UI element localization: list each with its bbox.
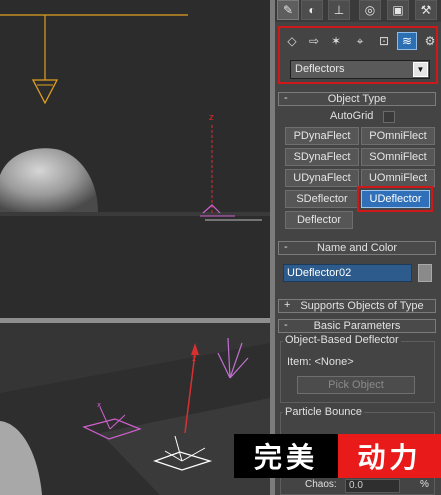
watermark-logo-left: 完美 — [234, 434, 338, 478]
object-name-input[interactable]: UDeflector02 — [283, 264, 412, 282]
axis-z-label: z — [209, 113, 214, 123]
command-panel: ✎ ◐ ⊥ ◎ ▣ ⚒ ◇ ⇨ ✶ ⌖ ⊡ ≋ ⚙ Deflectors ▼ -… — [275, 0, 441, 495]
hierarchy-tab[interactable]: ⊥ — [328, 0, 350, 20]
object-type-title: Object Type — [327, 93, 387, 105]
chaos-spinner[interactable]: 0.0 — [345, 479, 400, 493]
chaos-label: Chaos: — [305, 479, 337, 490]
space-warps-button[interactable]: ≋ — [397, 32, 417, 50]
shapes-icon: ⇨ — [308, 34, 320, 48]
modify-tab[interactable]: ◐ — [301, 0, 323, 20]
create-category-toolbox: ◇ ⇨ ✶ ⌖ ⊡ ≋ ⚙ Deflectors ▼ — [278, 26, 438, 84]
create-icon: ✎ — [282, 3, 294, 17]
pick-object-button[interactable]: Pick Object — [297, 376, 415, 394]
pdynaflect-button[interactable]: PDynaFlect — [285, 127, 359, 145]
udeflector-button[interactable]: UDeflector — [361, 190, 430, 208]
helpers-button[interactable]: ⊡ — [374, 32, 394, 50]
chevron-down-icon[interactable]: ▼ — [413, 62, 428, 77]
systems-button[interactable]: ⚙ — [420, 32, 440, 50]
sphere-object — [0, 148, 98, 212]
motion-tab[interactable]: ◎ — [359, 0, 381, 20]
viewport-perspective-scene: z x — [0, 337, 270, 495]
axis-z-label-bottom: z — [192, 354, 196, 363]
autogrid-checkbox[interactable] — [383, 111, 395, 123]
uomniflect-button[interactable]: UOmniFlect — [361, 169, 435, 187]
viewport-perspective[interactable]: z x — [0, 323, 270, 495]
shapes-button[interactable]: ⇨ — [304, 32, 324, 50]
sdynaflect-button[interactable]: SDynaFlect — [285, 148, 359, 166]
somniflect-button[interactable]: SOmniFlect — [361, 148, 435, 166]
item-label: Item: <None> — [287, 356, 354, 368]
pomniflect-button[interactable]: POmniFlect — [361, 127, 435, 145]
watermark-logo-right: 动力 — [338, 434, 441, 478]
modify-icon: ◐ — [308, 3, 316, 17]
motion-icon: ◎ — [364, 3, 376, 17]
utilities-icon: ⚒ — [420, 3, 432, 17]
chaos-unit: % — [420, 479, 429, 490]
space-warps-icon: ≋ — [401, 34, 413, 48]
display-icon: ▣ — [392, 3, 404, 17]
display-tab[interactable]: ▣ — [387, 0, 409, 20]
basic-parameters-title: Basic Parameters — [313, 320, 401, 332]
object-based-deflector-title: Object-Based Deflector — [283, 334, 401, 346]
axis-x-label: x — [97, 401, 101, 409]
autogrid-label: AutoGrid — [330, 110, 374, 122]
object-type-rollout-header[interactable]: - Object Type — [278, 92, 436, 106]
object-color-swatch[interactable] — [418, 264, 432, 282]
lights-button[interactable]: ✶ — [326, 32, 346, 50]
orange-arrow-head — [31, 79, 59, 105]
basic-parameters-rollout-header[interactable]: - Basic Parameters — [278, 319, 436, 333]
geometry-icon: ◇ — [287, 34, 297, 48]
chaos-value: 0.0 — [349, 480, 363, 491]
lights-icon: ✶ — [330, 34, 342, 48]
deflector-button[interactable]: Deflector — [285, 211, 353, 229]
category-dropdown-value: Deflectors — [295, 63, 345, 75]
udynaflect-button[interactable]: UDynaFlect — [285, 169, 359, 187]
cameras-button[interactable]: ⌖ — [350, 32, 370, 50]
create-tab[interactable]: ✎ — [277, 0, 299, 20]
supports-objects-rollout-header[interactable]: + Supports Objects of Type — [278, 299, 436, 313]
particle-bounce-title: Particle Bounce — [283, 406, 365, 418]
viewport-top[interactable]: z — [0, 0, 270, 318]
geometry-button[interactable]: ◇ — [282, 32, 302, 50]
name-and-color-title: Name and Color — [316, 242, 398, 254]
viewport-top-scene: z — [0, 14, 270, 221]
helpers-icon: ⊡ — [378, 34, 390, 48]
cameras-icon: ⌖ — [356, 33, 364, 48]
systems-icon: ⚙ — [424, 34, 436, 48]
category-dropdown[interactable]: Deflectors ▼ — [290, 60, 430, 79]
command-panel-tabs: ✎ ◐ ⊥ ◎ ▣ ⚒ — [275, 0, 441, 22]
name-and-color-rollout-header[interactable]: - Name and Color — [278, 241, 436, 255]
hierarchy-icon: ⊥ — [333, 3, 345, 17]
supports-objects-title: Supports Objects of Type — [300, 300, 424, 312]
utilities-tab[interactable]: ⚒ — [415, 0, 437, 20]
sdeflector-button[interactable]: SDeflector — [285, 190, 359, 208]
